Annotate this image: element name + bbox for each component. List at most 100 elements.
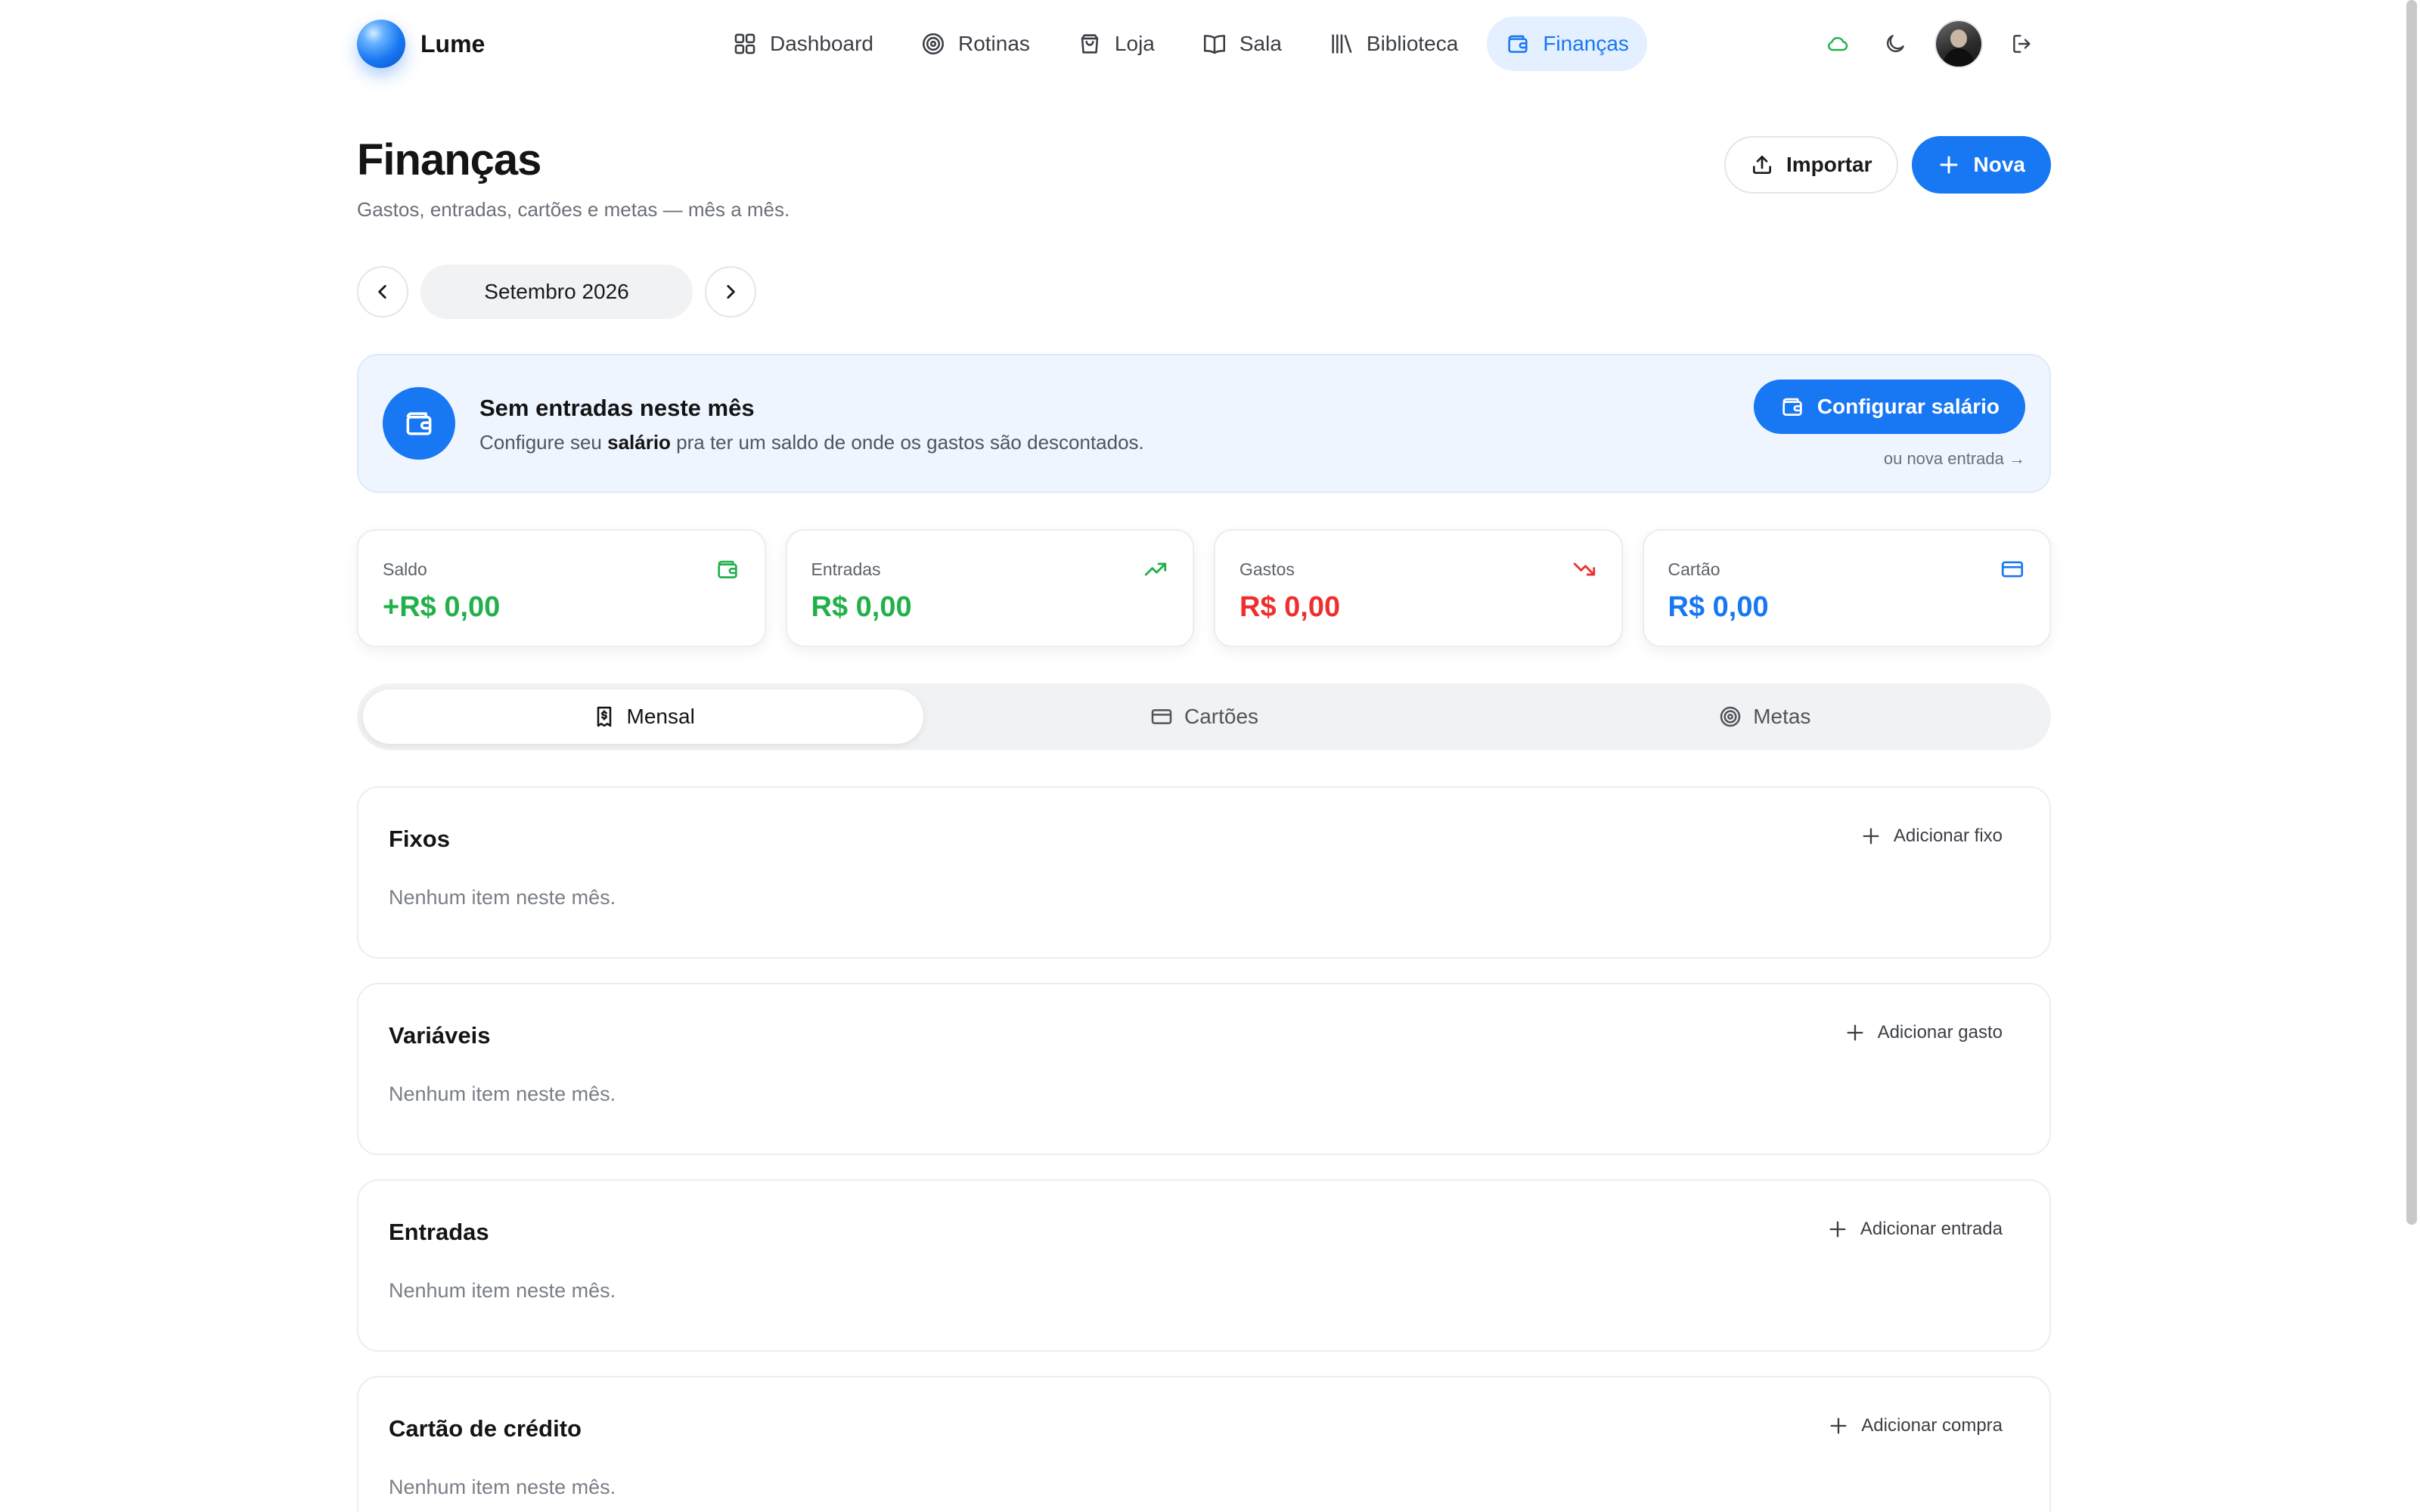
brand[interactable]: Lume xyxy=(357,20,485,68)
new-income-link[interactable]: ou nova entrada → xyxy=(1884,449,2025,469)
nav-item-financas[interactable]: Finanças xyxy=(1487,17,1647,71)
add-income-button[interactable]: Adicionar entrada xyxy=(1827,1219,2003,1240)
scrollbar[interactable] xyxy=(2403,0,2420,1512)
add-fixed-button[interactable]: Adicionar fixo xyxy=(1860,826,2003,847)
no-income-banner: Sem entradas neste mês Configure seu sal… xyxy=(357,354,2051,493)
nav-label: Biblioteca xyxy=(1366,32,1459,55)
credit-card-icon xyxy=(1150,705,1174,729)
empty-state: Nenhum item neste mês. xyxy=(389,886,616,909)
stat-card-saldo: Saldo +R$ 0,00 xyxy=(357,529,766,647)
section-variaveis: Variáveis Adicionar gasto Nenhum item ne… xyxy=(357,983,2051,1155)
main-nav: Dashboard Rotinas Loja Sala Biblioteca F… xyxy=(714,17,1647,71)
add-expense-button[interactable]: Adicionar gasto xyxy=(1844,1022,2003,1043)
stat-label: Cartão xyxy=(1668,559,1720,579)
stat-label: Saldo xyxy=(383,559,427,579)
tab-label: Cartões xyxy=(1184,705,1259,728)
empty-state: Nenhum item neste mês. xyxy=(389,1083,616,1105)
import-label: Importar xyxy=(1786,153,1872,176)
header-actions: Importar Nova xyxy=(1723,136,2051,194)
next-month-button[interactable] xyxy=(705,266,756,318)
plus-icon xyxy=(1844,1022,1866,1043)
tab-label: Metas xyxy=(1753,705,1811,728)
month-selector: Setembro 2026 xyxy=(357,265,756,319)
add-label: Adicionar gasto xyxy=(1877,1022,2003,1043)
tab-cartoes[interactable]: Cartões xyxy=(923,689,1484,744)
book-open-icon xyxy=(1202,31,1227,57)
shopping-bag-icon xyxy=(1077,31,1103,57)
prev-month-button[interactable] xyxy=(357,266,408,318)
theme-toggle-button[interactable] xyxy=(1879,27,1912,60)
nav-item-loja[interactable]: Loja xyxy=(1059,17,1173,71)
section-cartao-de-credito: Cartão de crédito Adicionar compra Nenhu… xyxy=(357,1376,2051,1512)
add-purchase-button[interactable]: Adicionar compra xyxy=(1828,1415,2003,1436)
current-month[interactable]: Setembro 2026 xyxy=(420,265,693,319)
summary-stats: Saldo +R$ 0,00 Entradas R$ 0,00 Gastos R… xyxy=(357,529,2051,647)
nav-label: Sala xyxy=(1239,32,1282,55)
section-title: Cartão de crédito xyxy=(389,1415,582,1442)
plus-icon xyxy=(1938,153,1960,176)
stat-label: Gastos xyxy=(1239,559,1295,579)
stat-value: R$ 0,00 xyxy=(1668,591,1769,623)
logout-icon xyxy=(2010,32,2034,56)
target-icon xyxy=(1718,705,1742,729)
wallet-icon xyxy=(1505,31,1531,57)
nav-item-rotinas[interactable]: Rotinas xyxy=(902,17,1048,71)
trending-up-icon xyxy=(1143,556,1168,582)
import-button[interactable]: Importar xyxy=(1723,136,1898,194)
plus-icon xyxy=(1828,1415,1849,1436)
empty-state: Nenhum item neste mês. xyxy=(389,1476,616,1498)
target-icon xyxy=(920,31,946,57)
nav-label: Rotinas xyxy=(957,32,1030,55)
brand-name: Lume xyxy=(420,29,486,57)
new-label: Nova xyxy=(1973,153,2025,176)
nav-item-biblioteca[interactable]: Biblioteca xyxy=(1311,17,1476,71)
section-entradas: Entradas Adicionar entrada Nenhum item n… xyxy=(357,1179,2051,1352)
avatar[interactable] xyxy=(1936,21,1981,67)
section-fixos: Fixos Adicionar fixo Nenhum item neste m… xyxy=(357,786,2051,959)
chevron-right-icon xyxy=(721,282,740,302)
credit-card-icon xyxy=(2000,556,2025,582)
nav-item-sala[interactable]: Sala xyxy=(1184,17,1300,71)
logout-button[interactable] xyxy=(2006,27,2039,60)
page-subtitle: Gastos, entradas, cartões e metas — mês … xyxy=(357,198,790,221)
banner-title: Sem entradas neste mês xyxy=(479,395,755,421)
tab-label: Mensal xyxy=(626,705,695,728)
top-bar: Lume Dashboard Rotinas Loja Sala Bibliot… xyxy=(0,0,2420,88)
add-label: Adicionar compra xyxy=(1861,1415,2003,1436)
wallet-icon xyxy=(383,387,455,460)
stat-card-cartao: Cartão R$ 0,00 xyxy=(1642,529,2051,647)
receipt-icon xyxy=(592,705,616,729)
tab-mensal[interactable]: Mensal xyxy=(363,689,924,744)
cloud-sync-button[interactable] xyxy=(1821,27,1854,60)
upload-icon xyxy=(1750,153,1774,177)
nav-item-dashboard[interactable]: Dashboard xyxy=(714,17,892,71)
scrollbar-thumb[interactable] xyxy=(2406,0,2417,1225)
cloud-sync-icon xyxy=(1826,32,1850,56)
new-button[interactable]: Nova xyxy=(1911,136,2051,194)
trending-down-icon xyxy=(1571,556,1597,582)
configure-salary-button[interactable]: Configurar salário xyxy=(1753,380,2025,434)
wallet-icon xyxy=(715,556,740,582)
empty-state: Nenhum item neste mês. xyxy=(389,1279,616,1302)
nav-label: Loja xyxy=(1114,32,1155,55)
stat-card-entradas: Entradas R$ 0,00 xyxy=(785,529,1194,647)
brand-logo xyxy=(357,20,405,68)
library-icon xyxy=(1329,31,1354,57)
banner-text: Configure seu salário pra ter um saldo d… xyxy=(479,431,1144,454)
section-title: Entradas xyxy=(389,1219,489,1245)
configure-salary-label: Configurar salário xyxy=(1817,395,2000,418)
plus-icon xyxy=(1827,1219,1848,1240)
stat-value: R$ 0,00 xyxy=(811,591,912,623)
section-title: Fixos xyxy=(389,826,450,852)
nav-label: Dashboard xyxy=(770,32,873,55)
banner-text-bold: salário xyxy=(607,431,671,454)
stat-value: R$ 0,00 xyxy=(1239,591,1341,623)
page-title: Finanças xyxy=(357,135,541,184)
stat-label: Entradas xyxy=(811,559,881,579)
add-label: Adicionar fixo xyxy=(1893,826,2003,846)
tab-metas[interactable]: Metas xyxy=(1485,689,2045,744)
moon-icon xyxy=(1883,32,1907,56)
nav-label: Finanças xyxy=(1543,32,1629,55)
stat-value: +R$ 0,00 xyxy=(383,591,501,623)
stat-card-gastos: Gastos R$ 0,00 xyxy=(1214,529,1623,647)
